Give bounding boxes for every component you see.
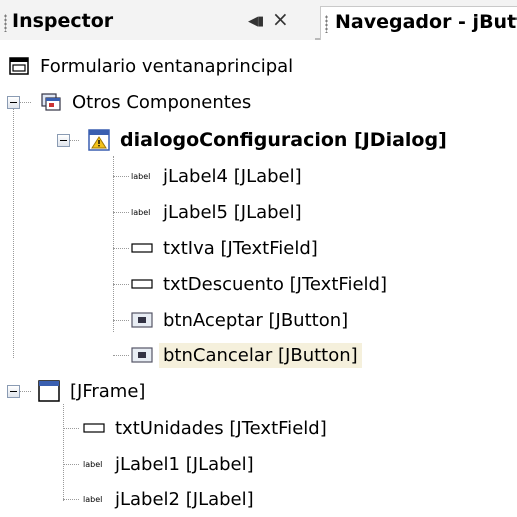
tree-node-txtdescuento[interactable]: txtDescuento [JTextField] [131, 266, 391, 302]
tab-inspector-label: Inspector [12, 10, 114, 32]
tree-node-label: txtIva [JTextField] [163, 237, 318, 259]
tree-connector [63, 428, 79, 429]
tree-node-label: dialogoConfiguracion [JDialog] [120, 129, 447, 151]
label-icon: label [131, 201, 153, 223]
tree-connector [69, 140, 79, 141]
tree-node-txtiva[interactable]: txtIva [JTextField] [131, 230, 322, 266]
tab-bar: Inspector ◀▮ × Navegador - jButt [0, 0, 517, 40]
label-icon: label [131, 165, 153, 187]
tree-node-label: jLabel1 [JLabel] [115, 453, 254, 475]
button-icon [131, 344, 153, 366]
tree-node-label: txtDescuento [JTextField] [163, 273, 387, 295]
tree-node-dialogo-configuracion[interactable]: dialogoConfiguracion [JDialog] [88, 122, 451, 158]
tree-connector [113, 212, 129, 213]
svg-text:label: label [131, 208, 150, 217]
collapse-toggle-icon[interactable] [7, 385, 20, 398]
tree-connector [19, 391, 31, 392]
collapse-toggle-icon[interactable] [7, 96, 20, 109]
tree-node-txtunidades[interactable]: txtUnidades [JTextField] [83, 410, 331, 446]
tree-node-jlabel2[interactable]: label jLabel2 [JLabel] [83, 481, 258, 517]
tree-connector [63, 464, 79, 465]
textfield-icon [83, 417, 105, 439]
dialog-icon [88, 129, 110, 151]
tree-node-label: jLabel2 [JLabel] [115, 488, 254, 510]
component-tree: Formulario ventanaprincipal Otros Compon… [0, 44, 517, 510]
form-icon [8, 55, 30, 77]
minimize-icon[interactable]: ◀▮ [248, 14, 264, 29]
textfield-icon [131, 237, 153, 259]
collapse-toggle-icon[interactable] [57, 134, 70, 147]
svg-text:label: label [83, 495, 102, 504]
frame-icon [38, 380, 60, 402]
close-icon[interactable]: × [272, 7, 289, 31]
tree-node-label: txtUnidades [JTextField] [115, 417, 327, 439]
components-icon [40, 91, 62, 113]
tab-inspector[interactable]: Inspector ◀▮ × [0, 6, 315, 40]
tree-connector [63, 404, 64, 501]
svg-text:label: label [131, 172, 150, 181]
tree-node-label: btnAceptar [JButton] [163, 309, 349, 331]
tree-node-jlabel5[interactable]: label jLabel5 [JLabel] [131, 194, 306, 230]
tab-navegador-label: Navegador - jButt [335, 11, 517, 33]
tree-connector [19, 102, 31, 103]
tree-node-otros-componentes[interactable]: Otros Componentes [40, 84, 255, 120]
tree-connector [113, 156, 114, 332]
tree-node-jlabel4[interactable]: label jLabel4 [JLabel] [131, 158, 306, 194]
tree-connector [13, 102, 14, 358]
tree-node-label: Otros Componentes [72, 91, 252, 113]
tree-connector [63, 499, 79, 500]
tree-connector [113, 176, 129, 177]
tree-node-btnaceptar[interactable]: btnAceptar [JButton] [131, 302, 352, 338]
tree-node-jlabel1[interactable]: label jLabel1 [JLabel] [83, 446, 258, 482]
drag-grip-icon[interactable] [325, 15, 328, 33]
tree-connector [113, 355, 129, 356]
tree-node-label: jLabel4 [JLabel] [163, 165, 302, 187]
tree-connector [113, 248, 129, 249]
tree-node-jframe[interactable]: [JFrame] [38, 373, 149, 409]
tree-node-label: jLabel5 [JLabel] [163, 201, 302, 223]
tree-node-label: [JFrame] [70, 380, 146, 402]
button-icon [131, 309, 153, 331]
tab-navegador[interactable]: Navegador - jButt [320, 6, 517, 40]
tree-connector [113, 320, 129, 321]
tree-node-label: Formulario ventanaprincipal [40, 55, 294, 77]
label-icon: label [83, 453, 105, 475]
drag-grip-icon[interactable] [4, 14, 7, 32]
textfield-icon [131, 273, 153, 295]
label-icon: label [83, 488, 105, 510]
svg-text:label: label [83, 460, 102, 469]
tree-node-formulario[interactable]: Formulario ventanaprincipal [8, 48, 297, 84]
tree-connector [113, 284, 129, 285]
tree-node-btncancelar[interactable]: btnCancelar [JButton] [131, 337, 362, 373]
tree-node-label: btnCancelar [JButton] [159, 342, 362, 368]
